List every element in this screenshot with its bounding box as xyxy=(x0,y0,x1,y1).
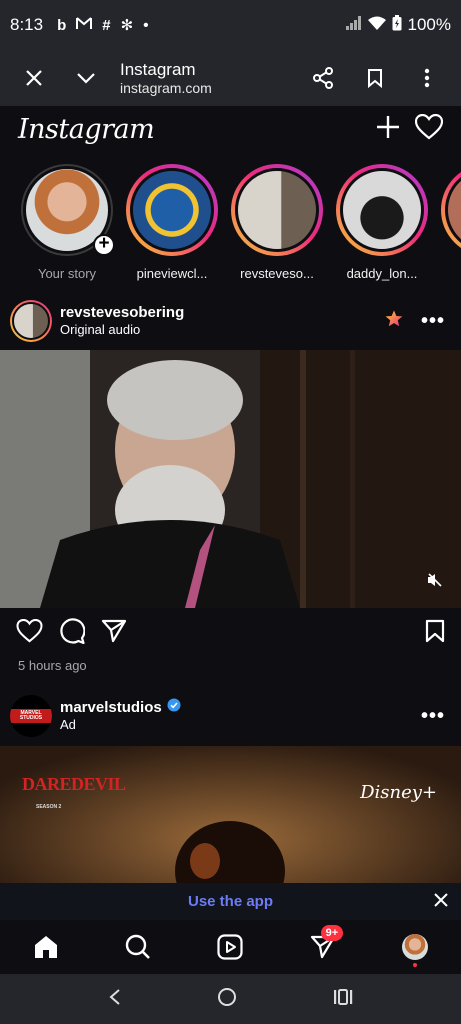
post-username[interactable]: marvelstudios xyxy=(60,698,181,718)
more-options-icon[interactable]: ••• xyxy=(421,310,445,333)
post-header: revstevesobering Original audio ••• xyxy=(0,292,461,350)
marvel-logo: MARVEL STUDIOS xyxy=(10,709,52,723)
story-item[interactable]: revsteveso... xyxy=(230,164,324,292)
avatar xyxy=(340,168,424,252)
like-icon[interactable] xyxy=(16,618,43,648)
use-app-button[interactable]: Use the app xyxy=(188,893,273,910)
bookmark-icon[interactable] xyxy=(355,58,395,98)
signal-icon xyxy=(345,15,362,35)
page-title: Instagram xyxy=(120,59,196,79)
instagram-page: Instagram + Your story pineviewcl... rev… xyxy=(0,106,461,883)
battery-icon xyxy=(392,14,402,36)
video-frame xyxy=(0,350,461,608)
wifi-icon xyxy=(367,15,386,35)
story-label: pineviewcl... xyxy=(136,266,208,281)
ad-title: DAREDEVIL xyxy=(22,774,126,794)
ad-image xyxy=(0,746,461,883)
custom-tab-toolbar: Instagram instagram.com xyxy=(0,50,461,106)
profile-notification-dot xyxy=(412,963,417,967)
bing-icon: b xyxy=(57,16,67,34)
favorite-star-icon xyxy=(385,310,403,332)
use-app-banner: Use the app xyxy=(0,883,461,920)
avatar[interactable] xyxy=(10,300,52,342)
story-item[interactable] xyxy=(440,164,461,292)
add-story-icon[interactable]: + xyxy=(93,234,115,256)
avatar xyxy=(130,168,214,252)
activity-icon[interactable]: 9+ xyxy=(303,925,344,967)
back-icon[interactable] xyxy=(108,988,122,1011)
sponsored-label: Ad xyxy=(60,717,76,733)
notification-badge: 9+ xyxy=(320,925,344,941)
username-text: marvelstudios xyxy=(60,698,162,716)
ad-media[interactable]: DAREDEVIL SEASON 2 Disney+ xyxy=(0,746,461,883)
status-time: 8:13 xyxy=(10,15,44,34)
save-icon[interactable] xyxy=(425,619,445,648)
avatar xyxy=(235,168,319,252)
share-direct-icon[interactable] xyxy=(101,619,127,648)
mute-icon[interactable] xyxy=(427,573,443,592)
more-vert-icon[interactable] xyxy=(407,58,447,98)
post-video[interactable] xyxy=(0,350,461,608)
post-username[interactable]: revstevesobering xyxy=(60,303,184,323)
search-icon[interactable] xyxy=(118,927,158,967)
avatar[interactable]: MARVEL STUDIOS xyxy=(10,695,52,737)
story-item-own[interactable]: + Your story xyxy=(20,164,115,292)
avatar xyxy=(445,168,461,252)
story-label: revsteveso... xyxy=(240,266,314,281)
chevron-down-icon[interactable] xyxy=(66,58,106,98)
ig-tab-bar: 9+ xyxy=(0,920,461,974)
heart-icon[interactable] xyxy=(414,113,444,145)
ig-header: Instagram xyxy=(0,106,461,152)
verified-icon xyxy=(167,698,181,718)
new-post-icon[interactable] xyxy=(375,114,401,145)
post-audio[interactable]: Original audio xyxy=(60,322,184,339)
share-icon[interactable] xyxy=(303,58,343,98)
pinwheel-icon: ✻ xyxy=(120,17,134,34)
home-icon[interactable] xyxy=(26,927,66,967)
instagram-logo[interactable]: Instagram xyxy=(18,114,155,145)
gmail-icon xyxy=(76,16,93,34)
dot-icon: • xyxy=(143,16,149,34)
stories-tray: + Your story pineviewcl... revsteveso...… xyxy=(0,152,461,292)
page-url: instagram.com xyxy=(120,79,212,96)
avatar xyxy=(401,934,428,960)
reels-icon[interactable] xyxy=(210,927,250,967)
system-nav-bar xyxy=(0,974,461,1024)
post-header: MARVEL STUDIOS marvelstudios Ad ••• xyxy=(0,686,461,746)
recents-icon[interactable] xyxy=(333,988,353,1011)
story-item[interactable]: daddy_lon... xyxy=(335,164,429,292)
story-label: daddy_lon... xyxy=(346,266,418,281)
profile-tab[interactable] xyxy=(395,927,435,967)
status-bar: 8:13 b # ✻ • 100% xyxy=(0,0,461,50)
more-options-icon[interactable]: ••• xyxy=(421,705,445,728)
comment-icon[interactable] xyxy=(59,617,86,649)
home-circle-icon[interactable] xyxy=(217,987,237,1012)
close-icon[interactable] xyxy=(433,892,449,913)
post-actions xyxy=(0,608,461,658)
close-icon[interactable] xyxy=(14,58,54,98)
story-item[interactable]: pineviewcl... xyxy=(125,164,219,292)
custom-tab-titles: Instagram instagram.com xyxy=(120,59,212,98)
disney-plus-logo: Disney+ xyxy=(360,782,437,803)
story-label: Your story xyxy=(37,266,97,281)
slack-icon: # xyxy=(102,16,111,34)
post-timestamp: 5 hours ago xyxy=(18,658,87,673)
battery-percent: 100% xyxy=(407,15,451,34)
ad-season: SEASON 2 xyxy=(36,804,62,810)
